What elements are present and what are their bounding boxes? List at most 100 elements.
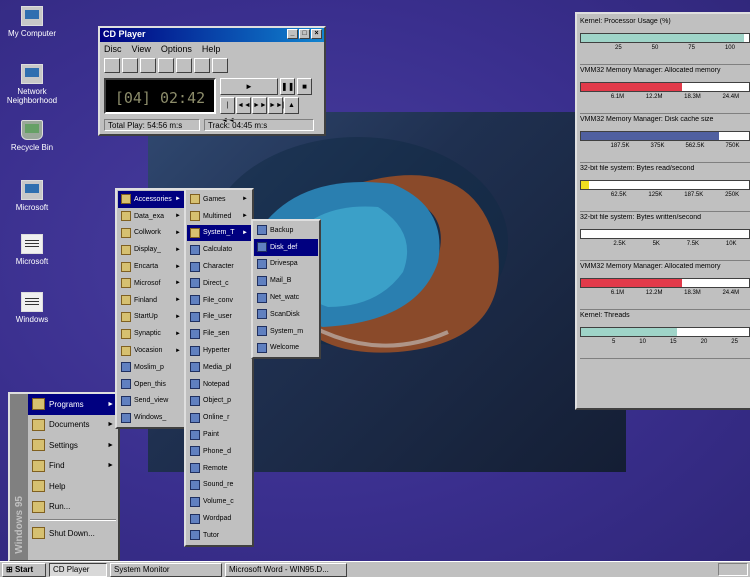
start-menu-item[interactable]: Run... — [28, 497, 118, 518]
taskbar-button-system-monitor[interactable]: System Monitor — [110, 563, 222, 577]
start-menu-item[interactable]: Help — [28, 476, 118, 497]
programs-item[interactable]: Moslim_p — [118, 359, 184, 376]
programs-item[interactable]: Finland ► — [118, 292, 184, 309]
track-time-elapsed-button[interactable] — [122, 58, 138, 73]
minimize-button[interactable]: _ — [287, 29, 298, 39]
systools-item[interactable]: System_m — [254, 323, 318, 340]
start-menu-item[interactable]: Documents ► — [28, 415, 118, 436]
next-track-button[interactable]: ►►| — [268, 97, 285, 114]
monitor-tick-label: 10 — [639, 339, 646, 345]
programs-item[interactable]: Vocasion ► — [118, 342, 184, 359]
accessories-item[interactable]: File_sen — [187, 325, 251, 342]
accessories-item[interactable]: Online_r — [187, 409, 251, 426]
programs-item[interactable]: Synaptic ► — [118, 325, 184, 342]
systools-item[interactable]: Disk_def — [254, 238, 318, 256]
desktop-icon-microsoft-2[interactable]: Microsoft — [2, 234, 62, 266]
menu-item-label: Games — [203, 195, 226, 203]
accessories-item[interactable]: Character — [187, 258, 251, 275]
accessories-item[interactable]: Calculato — [187, 241, 251, 258]
systools-item[interactable]: Backup — [254, 222, 318, 239]
start-menu-item[interactable]: Programs ► — [28, 394, 118, 415]
desktop-icon-recycle-bin[interactable]: Recycle Bin — [2, 120, 62, 152]
accessories-item[interactable]: Media_pl — [187, 359, 251, 376]
start-menu-item[interactable]: Settings ► — [28, 435, 118, 456]
systools-item[interactable]: Mail_B — [254, 272, 318, 289]
track-time-remaining-button[interactable] — [140, 58, 156, 73]
stop-button[interactable]: ■ — [297, 78, 312, 95]
systools-item[interactable]: Drivespa — [254, 256, 318, 273]
program-icon — [257, 275, 267, 286]
menu-help[interactable]: Help — [202, 44, 221, 54]
accessories-item[interactable]: Paint — [187, 426, 251, 443]
menu-item-label: File_conv — [203, 296, 233, 304]
programs-item[interactable]: Encarta ► — [118, 258, 184, 275]
taskbar: ⊞ Start CD Player System Monitor Microso… — [0, 561, 750, 577]
start-menu-item[interactable]: Shut Down... — [28, 523, 118, 544]
disc-time-remaining-button[interactable] — [158, 58, 174, 73]
monitor-panel-label: VMM32 Memory Manager: Allocated memory — [580, 67, 721, 74]
accessories-item[interactable]: Direct_c — [187, 275, 251, 292]
edit-playlist-button[interactable] — [104, 58, 120, 73]
monitor-tick-label: 24.4M — [722, 290, 740, 296]
cd-player-window[interactable]: CD Player _ □ × Disc View Options Help [… — [98, 26, 326, 136]
accessories-item[interactable]: Hyperter — [187, 342, 251, 359]
accessories-item[interactable]: Sound_re — [187, 477, 251, 494]
eject-button[interactable]: ▲ — [284, 97, 299, 114]
start-button[interactable]: ⊞ Start — [2, 563, 46, 577]
accessories-item[interactable]: Wordpad — [187, 510, 251, 527]
desktop-icon-my-computer[interactable]: My Computer — [2, 6, 62, 38]
accessories-item[interactable]: System_T ► — [187, 224, 251, 242]
skip-backward-button[interactable]: ◄◄ — [236, 97, 251, 114]
programs-item[interactable]: Open_this — [118, 376, 184, 393]
programs-item[interactable]: Windows_ — [118, 409, 184, 426]
accessories-item[interactable]: Remote — [187, 460, 251, 477]
menu-disc[interactable]: Disc — [104, 44, 122, 54]
continuous-play-button[interactable] — [194, 58, 210, 73]
accessories-item[interactable]: File_user — [187, 309, 251, 326]
desktop-icon-windows[interactable]: Windows — [2, 292, 62, 324]
previous-track-button[interactable]: |◄◄ — [220, 97, 235, 124]
skip-forward-button[interactable]: ►► — [252, 97, 267, 114]
folder-icon — [121, 278, 131, 289]
programs-item[interactable]: Accessories ► — [118, 191, 184, 208]
desktop-icon-microsoft-1[interactable]: Microsoft — [2, 180, 62, 212]
programs-item[interactable]: Microsof ► — [118, 275, 184, 292]
accessories-menu: Games ► Multimed ► System_T ► Calculato Charact… — [184, 188, 254, 547]
programs-item[interactable]: StartUp ► — [118, 309, 184, 326]
programs-item[interactable]: Data_exa ► — [118, 208, 184, 225]
programs-item[interactable]: Display_ ► — [118, 241, 184, 258]
desktop-icon-network[interactable]: Network Neighborhood — [2, 64, 62, 105]
system-monitor-window[interactable]: Kernel: Processor Usage (%) 25 50 75 100 VMM3… — [575, 12, 750, 410]
menu-options[interactable]: Options — [161, 44, 192, 54]
start-menu-item[interactable]: Find ► — [28, 456, 118, 477]
start-menu-item-label: Programs — [49, 399, 84, 409]
monitor-panel-label: VMM32 Memory Manager: Disk cache size — [580, 116, 714, 123]
systools-item[interactable]: Welcome — [254, 340, 318, 357]
systools-item[interactable]: Net_watc — [254, 289, 318, 306]
intro-play-button[interactable] — [212, 58, 228, 73]
random-order-button[interactable] — [176, 58, 192, 73]
pause-button[interactable]: ❚❚ — [280, 78, 295, 95]
play-button[interactable]: ► — [220, 78, 278, 95]
menu-item-label: Vocasion — [134, 347, 163, 355]
accessories-item[interactable]: Object_p — [187, 393, 251, 410]
taskbar-button-word[interactable]: Microsoft Word - WIN95.D... — [225, 563, 347, 577]
programs-item[interactable]: Collwork ► — [118, 225, 184, 242]
close-button[interactable]: × — [311, 29, 322, 39]
accessories-item[interactable]: Multimed ► — [187, 208, 251, 225]
monitor-tick-label: 25 — [731, 339, 738, 345]
monitor-panel: VMM32 Memory Manager: Allocated memory 6.… — [580, 65, 750, 114]
programs-item[interactable]: Send_view — [118, 393, 184, 410]
accessories-item[interactable]: Tutor — [187, 527, 251, 544]
accessories-item[interactable]: Volume_c — [187, 493, 251, 510]
accessories-item[interactable]: File_conv — [187, 292, 251, 309]
maximize-button[interactable]: □ — [299, 29, 310, 39]
accessories-item[interactable]: Notepad — [187, 376, 251, 393]
menu-view[interactable]: View — [132, 44, 151, 54]
taskbar-button-cd-player[interactable]: CD Player — [49, 563, 107, 577]
accessories-item[interactable]: Phone_d — [187, 443, 251, 460]
monitor-tick-label: 18.3M — [684, 94, 701, 100]
cd-player-titlebar[interactable]: CD Player _ □ × — [100, 28, 324, 42]
accessories-item[interactable]: Games ► — [187, 191, 251, 208]
systools-item[interactable]: ScanDisk — [254, 306, 318, 323]
